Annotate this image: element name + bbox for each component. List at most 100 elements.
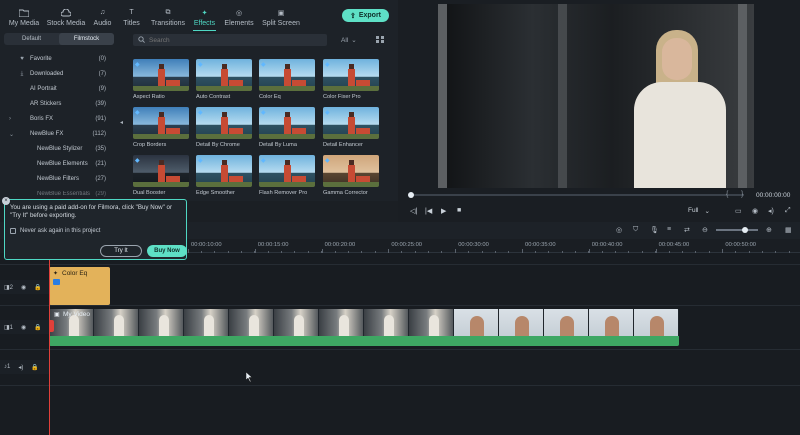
export-label: Export [358, 12, 382, 19]
cloud-icon [61, 8, 71, 17]
mute-icon[interactable]: ◂) [18, 364, 23, 371]
lock-icon[interactable]: 🔒 [34, 324, 41, 331]
effect-label: Detail By Luma [259, 142, 297, 148]
fullscreen-icon[interactable]: ⤢ [785, 207, 791, 215]
tab-my-media[interactable]: My Media [4, 0, 44, 31]
export-button[interactable]: ⇪ Export [342, 9, 389, 22]
category-label: NewBlue Filters [37, 176, 80, 182]
premium-diamond-icon: ◆ [135, 62, 140, 68]
premium-diamond-icon: ◆ [325, 110, 330, 116]
category-boris-fx[interactable]: › Boris FX (91) [0, 112, 112, 126]
stop-icon[interactable]: ■ [457, 207, 461, 214]
category-count: (21) [95, 161, 106, 167]
premium-diamond-icon: ◆ [261, 62, 266, 68]
effect-label: Detail Enhancer [323, 142, 363, 148]
checkbox-icon[interactable] [10, 228, 16, 234]
tab-audio[interactable]: ♫ Audio [88, 0, 117, 31]
mark-in-icon[interactable]: { [726, 191, 728, 198]
category-newblue-elements[interactable]: NewBlue Elements (21) [0, 157, 112, 171]
category-newblue-filters[interactable]: NewBlue Filters (27) [0, 172, 112, 186]
effect-clip-color-eq[interactable]: ✦ Color Eq [49, 267, 110, 305]
snapshot-icon[interactable]: ◉ [752, 207, 758, 215]
zoom-in-icon[interactable]: ⊕ [766, 226, 772, 234]
timeline-grid-icon[interactable]: ▦ [785, 226, 792, 234]
close-icon[interactable]: × [2, 197, 10, 205]
category-downloaded[interactable]: ⤓ Downloaded (7) [0, 67, 112, 81]
grid-view-icon[interactable] [376, 36, 384, 45]
effect-category-panel: Default Filmstock ♥ Favorite (0) ⤓ Downl… [0, 31, 118, 201]
tab-label: Stock Media [46, 20, 86, 27]
heart-icon: ♥ [20, 56, 24, 62]
display-icon[interactable]: ▭ [735, 207, 742, 215]
category-ai-portrait[interactable]: AI Portrait (9) [0, 82, 112, 96]
category-newblue-stylizer[interactable]: NewBlue Stylizer (35) [0, 142, 112, 156]
replace-icon[interactable]: ⇄ [684, 226, 690, 234]
playhead[interactable] [49, 239, 50, 435]
ruler-tick-label: 00:00:10:00 [191, 242, 222, 248]
effect-item[interactable]: ◆ Aspect Ratio [133, 59, 189, 100]
download-icon: ⤓ [20, 70, 24, 77]
preview-progress-bar[interactable] [410, 194, 744, 196]
effect-item[interactable]: ◆ Detail By Luma [259, 107, 315, 148]
play-icon[interactable]: ▶ [441, 207, 446, 215]
effect-item[interactable]: ◆ Flash Remover Pro [259, 155, 315, 196]
export-icon: ⇪ [349, 12, 356, 20]
render-icon[interactable]: ◎ [616, 226, 622, 234]
try-it-button[interactable]: Try It [100, 245, 142, 257]
effect-label: Dual Booster [133, 190, 166, 196]
category-label: Boris FX [30, 116, 54, 122]
effect-item[interactable]: ◆ Color Eq [259, 59, 315, 100]
tab-stock-media[interactable]: Stock Media [44, 0, 88, 31]
visibility-icon[interactable]: ◉ [21, 284, 26, 291]
mark-out-icon[interactable]: } [741, 191, 743, 198]
effect-item[interactable]: ◆ Dual Booster [133, 155, 189, 196]
prev-frame-icon[interactable]: ◁| [410, 207, 417, 215]
subtab-filmstock[interactable]: Filmstock [59, 33, 114, 45]
quality-dropdown[interactable]: Full ⌄ [688, 207, 710, 215]
category-ar-stickers[interactable]: AR Stickers (39) [0, 97, 112, 111]
zoom-slider-handle[interactable] [742, 227, 748, 233]
tab-effects[interactable]: ✦ Effects [190, 0, 219, 31]
effect-item[interactable]: ◆ Edge Smoother [196, 155, 252, 196]
category-newblue-fx[interactable]: ⌄ NewBlue FX (112) [0, 127, 112, 141]
search-input[interactable] [149, 36, 309, 44]
volume-icon[interactable]: ◂) [768, 207, 774, 215]
subtab-default[interactable]: Default [4, 33, 59, 45]
tab-elements[interactable]: ◎ Elements [219, 0, 259, 31]
search-field[interactable] [133, 34, 327, 46]
tab-titles[interactable]: T Titles [117, 0, 146, 31]
filter-dropdown[interactable]: All ⌄ [341, 34, 367, 46]
shield-icon[interactable]: ⛉ [633, 226, 638, 234]
step-back-icon[interactable]: |◀ [425, 207, 432, 215]
visibility-icon[interactable]: ◉ [21, 324, 26, 331]
lock-icon[interactable]: 🔒 [31, 364, 38, 371]
effect-item[interactable]: ◆ Color Fixer Pro [323, 59, 379, 100]
mouse-cursor-icon [246, 372, 253, 382]
track-header-video: ◨1 ◉ 🔒 [0, 320, 50, 334]
lock-icon[interactable]: 🔒 [34, 284, 41, 291]
tab-split-screen[interactable]: ▣ Split Screen [259, 0, 303, 31]
tab-transitions[interactable]: ⧉ Transitions [146, 0, 190, 31]
video-clip-my-video[interactable]: ▣ My Video [49, 309, 679, 346]
never-ask-checkbox[interactable]: Never ask again in this project [10, 228, 100, 234]
paid-badge-icon [53, 279, 60, 285]
chevron-down-icon: ⌄ [704, 208, 710, 215]
effect-item[interactable]: ◆ Auto Contrast [196, 59, 252, 100]
panel-collapse-handle[interactable]: ◂ [118, 31, 127, 201]
category-favorite[interactable]: ♥ Favorite (0) [0, 52, 112, 66]
effect-item[interactable]: ◆ Crop Borders [133, 107, 189, 148]
zoom-slider[interactable] [716, 229, 758, 231]
category-count: (27) [95, 176, 106, 182]
preview-scrubber[interactable] [408, 192, 414, 198]
effect-label: Detail By Chrome [196, 142, 240, 148]
mixer-icon[interactable]: ≡ [667, 226, 671, 233]
effect-thumbnail: ◆ [259, 107, 315, 139]
microphone-icon[interactable]: 🎙 [650, 226, 659, 234]
effect-item[interactable]: ◆ Detail By Chrome [196, 107, 252, 148]
zoom-out-icon[interactable]: ⊖ [702, 226, 708, 234]
buy-now-button[interactable]: Buy Now [147, 245, 187, 257]
effect-item[interactable]: ◆ Detail Enhancer [323, 107, 379, 148]
audio-track-icon: ♪1 [4, 364, 11, 370]
text-icon: T [129, 9, 134, 16]
effect-item[interactable]: ◆ Gamma Corrector [323, 155, 379, 196]
